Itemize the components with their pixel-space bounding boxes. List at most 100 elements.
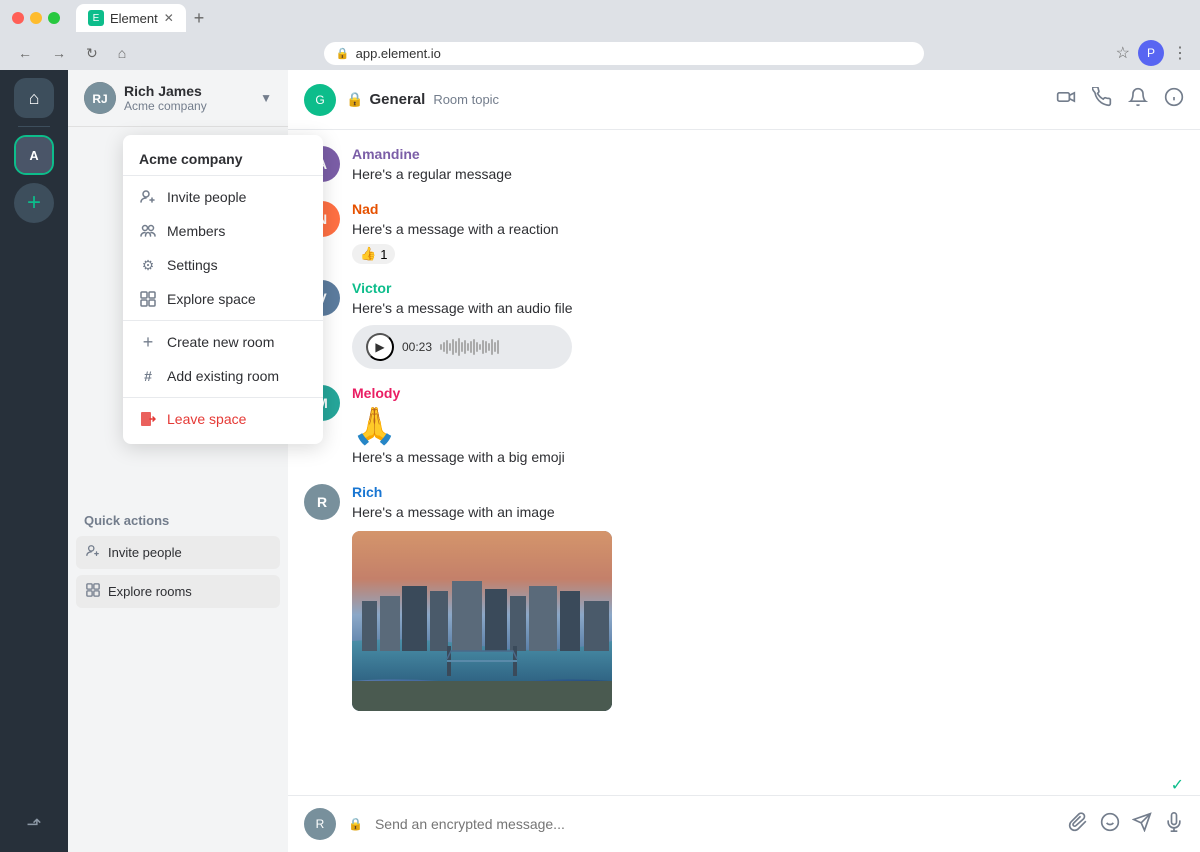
msg-sender-rich: Rich — [352, 484, 1184, 500]
audio-call-button[interactable] — [1092, 87, 1112, 112]
chat-input-avatar: R — [304, 808, 336, 840]
home-button[interactable]: ⌂ — [14, 78, 54, 118]
chat-input[interactable] — [375, 816, 1056, 832]
user-details: Rich James Acme company — [124, 83, 207, 113]
invite-people-quick-action[interactable]: Invite people — [76, 536, 280, 569]
user-info: RJ Rich James Acme company — [84, 82, 207, 114]
chat-area: G 🔒 General Room topic — [288, 70, 1200, 852]
video-call-button[interactable] — [1056, 87, 1076, 112]
dropdown-item-create-room[interactable]: + Create new room — [123, 325, 323, 359]
dropdown-item-invite-people[interactable]: Invite people — [123, 180, 323, 214]
msg-content-amandine: Amandine Here's a regular message — [352, 146, 1184, 185]
voice-button[interactable] — [1164, 812, 1184, 837]
audio-waveform — [440, 337, 558, 357]
room-topic: Room topic — [433, 92, 499, 107]
dropdown-menu: Acme company Invite people — [123, 135, 323, 444]
menu-button[interactable]: ⋮ — [1172, 43, 1188, 63]
dropdown-item-members[interactable]: Members — [123, 214, 323, 248]
leave-space-icon — [139, 410, 157, 428]
emoji-button[interactable] — [1100, 812, 1120, 837]
explore-space-icon — [139, 290, 157, 308]
add-space-button[interactable]: + — [14, 183, 54, 223]
msg-sender-nad: Nad — [352, 201, 1184, 217]
sidebar-header[interactable]: RJ Rich James Acme company ▼ — [68, 70, 288, 127]
home-button[interactable]: ⌂ — [112, 43, 132, 63]
msg-text-nad: Here's a message with a reaction — [352, 219, 1184, 240]
settings-label: Settings — [167, 257, 218, 273]
send-button[interactable] — [1132, 812, 1152, 837]
info-button[interactable] — [1164, 87, 1184, 112]
room-icon: G — [304, 84, 336, 116]
url-text: app.element.io — [356, 46, 441, 61]
dropdown-item-explore-space[interactable]: Explore space — [123, 282, 323, 316]
browser-titlebar: E Element ✕ + — [0, 0, 1200, 36]
encrypted-icon: 🔒 — [346, 91, 363, 108]
space-acme-company[interactable]: A — [14, 135, 54, 175]
svg-text:A: A — [29, 149, 38, 163]
msg-sender-amandine: Amandine — [352, 146, 1184, 162]
quick-actions-section: Quick actions Invite people — [68, 497, 288, 622]
encryption-badge: 🔒 — [348, 817, 363, 831]
maximize-dot[interactable] — [48, 12, 60, 24]
tab-close-button[interactable]: ✕ — [164, 11, 174, 25]
explore-rooms-quick-action[interactable]: Explore rooms — [76, 575, 280, 608]
invite-people-qa-label: Invite people — [108, 545, 182, 560]
message-amandine: A Amandine Here's a regular message — [304, 146, 1184, 185]
space-bottom: ⬏ — [14, 804, 54, 844]
chat-input-area: R 🔒 — [288, 795, 1200, 852]
msg-content-melody: Melody 🙏 Here's a message with a big emo… — [352, 385, 1184, 468]
chat-header: G 🔒 General Room topic — [288, 70, 1200, 130]
dropdown-item-leave-space[interactable]: Leave space — [123, 402, 323, 436]
user-company: Acme company — [124, 99, 207, 113]
space-avatar-image: A — [16, 135, 52, 175]
profile-icon[interactable]: P — [1138, 40, 1164, 66]
logout-button[interactable]: ⬏ — [14, 804, 54, 844]
close-dot[interactable] — [12, 12, 24, 24]
members-label: Members — [167, 223, 225, 239]
audio-time: 00:23 — [402, 340, 432, 354]
create-room-icon: + — [139, 333, 157, 351]
msg-reaction-nad[interactable]: 👍 1 — [352, 244, 395, 264]
browser-chrome: E Element ✕ + ← → ↻ ⌂ 🔒 app.element.io ☆… — [0, 0, 1200, 70]
space-sidebar: ⌂ A + ⬏ — [0, 70, 68, 852]
app: ⌂ A + ⬏ RJ Rich James — [0, 70, 1200, 852]
message-status: ✓ — [288, 775, 1200, 795]
security-icon: 🔒 — [336, 47, 350, 60]
explore-rooms-qa-icon — [86, 583, 100, 600]
dropdown-divider — [123, 175, 323, 176]
minimize-dot[interactable] — [30, 12, 42, 24]
new-tab-button[interactable]: + — [194, 8, 205, 29]
invite-people-qa-icon — [86, 544, 100, 561]
forward-button[interactable]: → — [46, 43, 72, 63]
dropdown-divider-3 — [123, 397, 323, 398]
message-nad: N Nad Here's a message with a reaction 👍… — [304, 201, 1184, 264]
msg-content-rich: Rich Here's a message with an image — [352, 484, 1184, 711]
invite-people-icon — [139, 188, 157, 206]
check-icon: ✓ — [1171, 775, 1184, 795]
quick-actions-title: Quick actions — [76, 513, 280, 536]
msg-text-melody: Here's a message with a big emoji — [352, 447, 1184, 468]
browser-tab[interactable]: E Element ✕ — [76, 4, 186, 32]
play-button[interactable]: ▶ — [366, 333, 394, 361]
room-name: General — [369, 91, 425, 108]
browser-toolbar: ← → ↻ ⌂ 🔒 app.element.io ☆ P ⋮ — [0, 36, 1200, 70]
invite-people-label: Invite people — [167, 189, 246, 205]
back-button[interactable]: ← — [12, 43, 38, 63]
room-sidebar: RJ Rich James Acme company ▼ Acme compan… — [68, 70, 288, 852]
msg-image-content — [352, 531, 612, 711]
tab-title: Element — [110, 11, 158, 26]
sidebar-divider — [18, 126, 50, 127]
refresh-button[interactable]: ↻ — [80, 43, 104, 64]
msg-text-amandine: Here's a regular message — [352, 164, 1184, 185]
chat-messages: A Amandine Here's a regular message N Na… — [288, 130, 1200, 795]
address-bar[interactable]: 🔒 app.element.io — [324, 42, 924, 65]
svg-text:G: G — [315, 93, 324, 107]
dropdown-item-settings[interactable]: ⚙ Settings — [123, 248, 323, 282]
attachment-button[interactable] — [1068, 812, 1088, 837]
notifications-button[interactable] — [1128, 87, 1148, 112]
members-icon — [139, 222, 157, 240]
bookmark-button[interactable]: ☆ — [1116, 43, 1130, 63]
dropdown-item-add-existing-room[interactable]: # Add existing room — [123, 359, 323, 393]
avatar-rich: R — [304, 484, 340, 520]
msg-image — [352, 531, 612, 711]
